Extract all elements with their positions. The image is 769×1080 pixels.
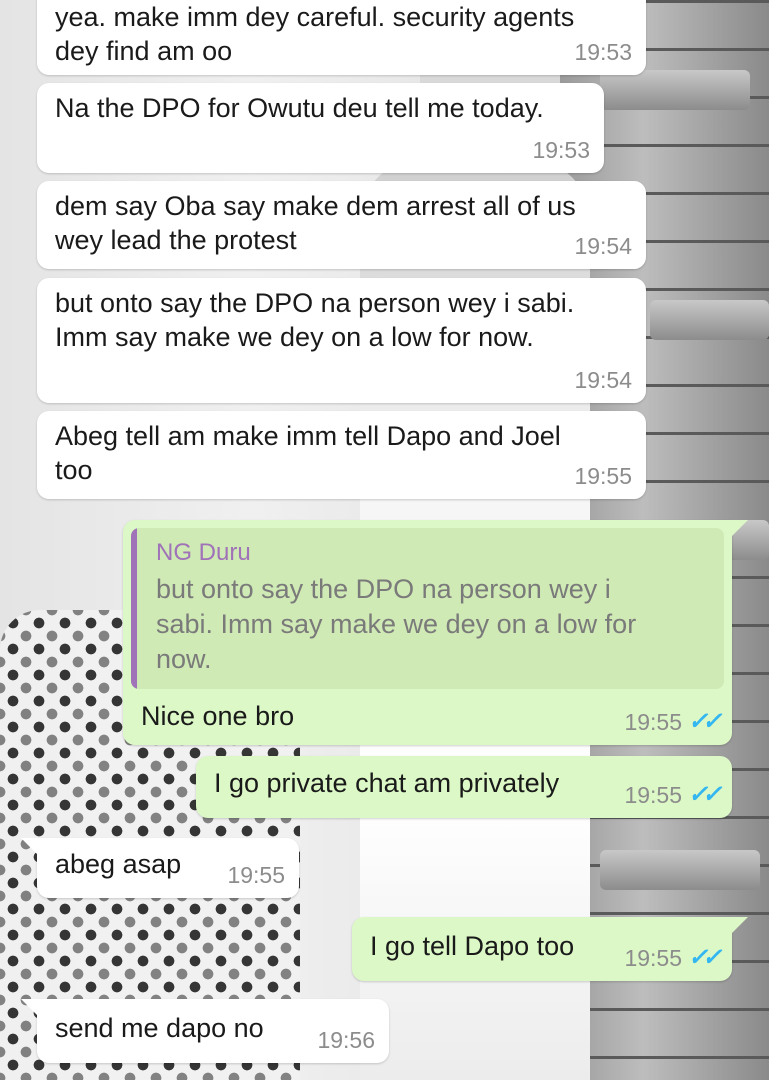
message-bubble-incoming[interactable]: dem say Oba say make dem arrest all of u… <box>37 181 646 269</box>
bubble-tail <box>21 999 37 1015</box>
quoted-message[interactable]: NG Duru but onto say the DPO na person w… <box>131 528 724 689</box>
double-check-read-icon: ✓✓ <box>688 944 722 971</box>
message-time: 19:55 <box>574 463 632 489</box>
message-text: dem say Oba say make dem arrest all of u… <box>55 191 576 255</box>
quote-author: NG Duru <box>156 539 251 566</box>
bubble-tail <box>732 520 748 536</box>
message-meta: 19:54 <box>574 363 632 397</box>
double-check-read-icon: ✓✓ <box>688 781 722 808</box>
message-meta: 19:55 ✓✓ <box>624 705 722 739</box>
double-check-read-icon: ✓✓ <box>688 708 722 735</box>
message-bubble-incoming[interactable]: Abeg tell am make imm tell Dapo and Joel… <box>37 411 646 499</box>
message-text: I go tell Dapo too <box>370 931 575 961</box>
message-meta: 19:54 <box>574 229 632 263</box>
message-time: 19:53 <box>574 39 632 65</box>
message-time: 19:54 <box>574 367 632 393</box>
bubble-tail <box>732 917 748 933</box>
message-meta: 19:55 ✓✓ <box>624 941 722 975</box>
message-time: 19:56 <box>317 1027 375 1053</box>
message-meta: 19:55 ✓✓ <box>624 778 722 812</box>
message-bubble-outgoing[interactable]: I go private chat am privately 19:55 ✓✓ <box>196 756 732 818</box>
message-list[interactable]: yea. make imm dey careful. security agen… <box>0 0 769 1080</box>
message-text: send me dapo no <box>55 1013 264 1043</box>
message-bubble-incoming[interactable]: Na the DPO for Owutu deu tell me today. … <box>37 83 604 173</box>
message-bubble-outgoing[interactable]: I go tell Dapo too 19:55 ✓✓ <box>352 917 748 981</box>
message-bubble-incoming[interactable]: send me dapo no 19:56 <box>21 999 389 1063</box>
message-text: Na the DPO for Owutu deu tell me today. <box>55 93 544 123</box>
message-text: Abeg tell am make imm tell Dapo and Joel… <box>55 421 561 485</box>
message-time: 19:54 <box>574 233 632 259</box>
message-meta: 19:55 <box>227 858 285 892</box>
message-time: 19:55 <box>624 709 682 735</box>
message-meta: 19:53 <box>532 133 590 167</box>
message-time: 19:55 <box>624 782 682 808</box>
message-bubble-incoming[interactable]: but onto say the DPO na person wey i sab… <box>37 278 646 403</box>
message-bubble-incoming[interactable]: yea. make imm dey careful. security agen… <box>37 0 646 75</box>
message-text: but onto say the DPO na person wey i sab… <box>55 288 575 352</box>
message-bubble-incoming[interactable]: abeg asap 19:55 <box>21 838 299 898</box>
message-text: I go private chat am privately <box>214 768 560 798</box>
message-bubble-outgoing-reply[interactable]: NG Duru but onto say the DPO na person w… <box>123 520 748 745</box>
message-text: Nice one bro <box>141 701 295 731</box>
quote-text: but onto say the DPO na person wey i sab… <box>156 574 637 674</box>
message-meta: 19:53 <box>574 35 632 69</box>
message-text: yea. make imm dey careful. security agen… <box>55 2 575 66</box>
message-time: 19:55 <box>227 862 285 888</box>
message-time: 19:55 <box>624 945 682 971</box>
quote-accent-bar <box>131 528 137 689</box>
message-meta: 19:56 <box>317 1023 375 1057</box>
bubble-tail <box>21 838 37 854</box>
message-time: 19:53 <box>532 137 590 163</box>
message-meta: 19:55 <box>574 459 632 493</box>
message-text: abeg asap <box>55 849 182 879</box>
